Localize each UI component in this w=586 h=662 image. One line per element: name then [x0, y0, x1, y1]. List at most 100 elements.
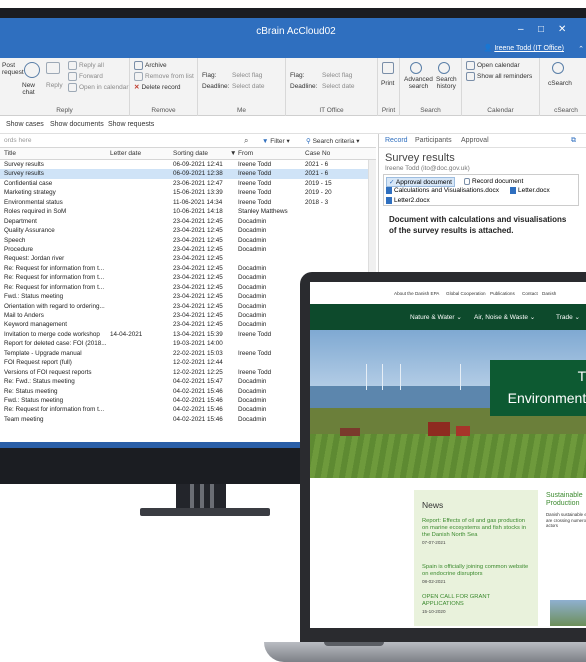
- news-item[interactable]: OPEN CALL FOR GRANT APPLICATIONS 15-10-20…: [422, 594, 532, 615]
- row-case-no: 2018 - 3: [305, 198, 329, 206]
- link-global-cooperation[interactable]: Global Cooperation: [446, 291, 486, 296]
- select-flag-it[interactable]: Select flag: [322, 72, 352, 79]
- table-row[interactable]: Roles required in SoM 10-06-2021 14:18 Sta…: [0, 207, 376, 216]
- link-about[interactable]: About the Danish EPA: [394, 291, 439, 296]
- col-from[interactable]: From: [238, 150, 253, 157]
- table-row[interactable]: Survey results 06-09-2021 12:38 Ireene Tod…: [0, 169, 376, 179]
- tab-participants[interactable]: Participants: [415, 137, 452, 144]
- row-from: Ireene Todd: [238, 170, 272, 178]
- link-publications[interactable]: Publications: [490, 291, 515, 296]
- news-item[interactable]: Report: Effects of oil and gas productio…: [422, 518, 532, 546]
- record-document-item[interactable]: Record document: [464, 178, 523, 185]
- print-icon[interactable]: [382, 62, 396, 74]
- search-criteria-button[interactable]: ⚲ Search criteria ▾: [306, 137, 360, 145]
- table-row[interactable]: Request: Jordan river 23-04-2021 12:45: [0, 254, 376, 263]
- select-date-it[interactable]: Select date: [322, 83, 355, 90]
- maximize-button[interactable]: □: [538, 24, 544, 35]
- reply-button[interactable]: Reply: [46, 82, 63, 89]
- row-title: Re: Status meeting: [4, 387, 58, 395]
- delete-record-button[interactable]: ✕ Delete record: [134, 83, 180, 91]
- ribbon-group-search: Advanced search Search history Search: [400, 58, 462, 116]
- table-row[interactable]: Department 23-04-2021 12:45 Docadmin: [0, 217, 376, 226]
- advanced-search-icon[interactable]: [410, 62, 424, 74]
- window-title: cBrain AcCloud02: [256, 26, 336, 37]
- expand-pane-icon[interactable]: ⧉: [571, 137, 576, 145]
- col-sorting-date[interactable]: Sorting date: [173, 150, 208, 157]
- col-case-no[interactable]: Case No: [305, 150, 330, 157]
- tab-approval[interactable]: Approval: [461, 137, 489, 144]
- show-documents-button[interactable]: Show documents: [50, 121, 104, 128]
- row-title: Procedure: [4, 245, 34, 253]
- show-cases-button[interactable]: Show cases: [6, 121, 44, 128]
- post-request-button[interactable]: Post request: [2, 62, 24, 76]
- calc-doc-item[interactable]: Calculations and Visualisations.docx: [386, 187, 499, 194]
- new-chat-button[interactable]: New chat: [22, 82, 35, 96]
- open-in-calendar-button[interactable]: Open in calendar: [68, 83, 129, 92]
- row-sorting-date: 04-02-2021 15:47: [173, 378, 223, 386]
- news-item[interactable]: Spain is officially joining common websi…: [422, 564, 532, 585]
- letter2-doc-item[interactable]: Letter2.docx: [386, 197, 430, 204]
- news-box: News Report: Effects of oil and gas prod…: [414, 490, 538, 626]
- nav-air-noise-waste[interactable]: Air, Noise & Waste ⌄: [474, 313, 535, 321]
- tab-record[interactable]: Record: [385, 137, 408, 144]
- show-requests-button[interactable]: Show requests: [108, 121, 154, 128]
- row-title: Fwd.: Status meeting: [4, 293, 64, 301]
- table-row[interactable]: Speech 23-04-2021 12:45 Docadmin: [0, 236, 376, 245]
- sustainable-production-heading[interactable]: Sustainable Production: [546, 492, 586, 508]
- monitor-stand-base: [140, 508, 270, 516]
- link-danish[interactable]: Danish: [542, 291, 556, 296]
- search-history-button[interactable]: Search history: [436, 76, 457, 90]
- new-chat-icon[interactable]: [24, 62, 42, 78]
- letter-doc-item[interactable]: Letter.docx: [510, 187, 550, 194]
- close-button[interactable]: ✕: [558, 24, 566, 35]
- hero-text-line1: Th: [577, 368, 586, 384]
- table-row[interactable]: Survey results 06-09-2021 12:41 Ireene Tod…: [0, 160, 376, 169]
- ribbon-label-calendar: Calendar: [487, 107, 514, 114]
- select-date-me[interactable]: Select date: [232, 83, 265, 90]
- csearch-icon[interactable]: [552, 62, 566, 74]
- nav-nature-water[interactable]: Nature & Water ⌄: [410, 313, 462, 321]
- col-letter-date[interactable]: Letter date: [110, 150, 141, 157]
- table-row[interactable]: Confidential case 23-06-2021 12:47 Ireene …: [0, 179, 376, 188]
- link-contact[interactable]: Contact: [522, 291, 538, 296]
- open-calendar-button[interactable]: Open calendar: [466, 61, 520, 70]
- reply-all-button[interactable]: Reply all: [68, 61, 104, 70]
- row-from: Ireene Todd: [238, 349, 272, 357]
- search-history-icon[interactable]: [438, 62, 452, 74]
- row-sorting-date: 23-04-2021 12:45: [173, 227, 223, 235]
- table-row[interactable]: Marketing strategy 15-06-2021 13:39 Ireene…: [0, 188, 376, 197]
- record-description: Document with calculations and visualisa…: [389, 215, 567, 235]
- search-input[interactable]: ords here: [4, 137, 31, 144]
- archive-button[interactable]: Archive: [134, 61, 167, 70]
- nav-trade[interactable]: Trade ⌄: [556, 313, 580, 321]
- filter-button[interactable]: ▼ Filter ▾: [262, 137, 290, 145]
- user-link[interactable]: Ireene Todd (IT Office): [494, 45, 564, 52]
- show-all-reminders-button[interactable]: Show all reminders: [466, 72, 532, 81]
- table-row[interactable]: Procedure 23-04-2021 12:45 Docadmin: [0, 245, 376, 254]
- minimize-button[interactable]: –: [518, 24, 524, 35]
- print-button[interactable]: Print: [381, 80, 394, 87]
- advanced-search-button[interactable]: Advanced search: [404, 76, 433, 90]
- row-sorting-date: 19-03-2021 14:00: [173, 340, 223, 348]
- search-icon[interactable]: ⌕: [244, 136, 248, 146]
- row-sorting-date: 23-04-2021 12:45: [173, 293, 223, 301]
- hero-image: Th Environmenta: [310, 330, 586, 478]
- row-sorting-date: 04-02-2021 15:46: [173, 406, 223, 414]
- select-flag-me[interactable]: Select flag: [232, 72, 262, 79]
- collapse-ribbon-icon[interactable]: ⌃: [578, 45, 584, 53]
- row-sorting-date: 04-02-2021 15:46: [173, 415, 223, 423]
- row-sorting-date: 23-04-2021 12:45: [173, 302, 223, 310]
- row-sorting-date: 06-09-2021 12:38: [173, 170, 223, 178]
- table-row[interactable]: Quality Assurance 23-04-2021 12:45 Docadmi…: [0, 226, 376, 235]
- approval-document-item[interactable]: ✓ Approval document: [386, 177, 455, 187]
- row-title: FOI Request report (full): [4, 359, 72, 367]
- forward-button[interactable]: Forward: [68, 72, 103, 81]
- col-title[interactable]: Title: [4, 150, 16, 157]
- ribbon-label-remove: Remove: [151, 107, 176, 114]
- sort-desc-icon: ▼: [230, 150, 237, 157]
- csearch-button[interactable]: cSearch: [548, 80, 572, 87]
- row-from: Ireene Todd: [238, 161, 272, 168]
- table-row[interactable]: Environmental status 11-06-2021 14:34 Iree…: [0, 198, 376, 207]
- remove-from-list-button[interactable]: Remove from list: [134, 72, 194, 81]
- reply-icon[interactable]: [46, 62, 62, 74]
